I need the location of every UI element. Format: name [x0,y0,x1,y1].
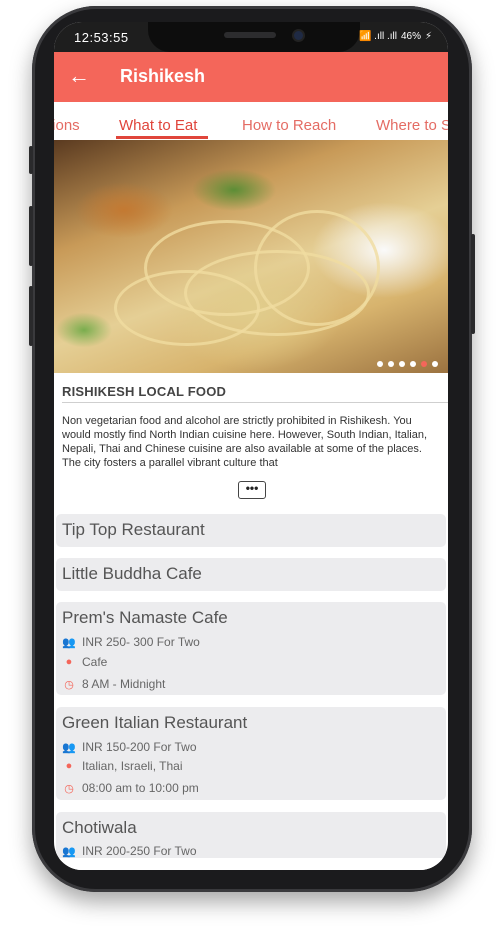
restaurant-card[interactable]: Green Italian Restaurant 👥 INR 150-200 F… [56,707,446,800]
screen: 12:53:55 📶 .ıll .ıll 46% ⚡ ← Rishikesh t… [54,22,448,870]
carousel-dot-active[interactable] [421,361,427,367]
cuisine-row: ● Italian, Israeli, Thai [62,759,183,773]
tab-attractions[interactable]: tions [54,117,80,134]
speaker [224,32,276,38]
tab-what-to-eat[interactable]: What to Eat [119,117,197,134]
status-bar: 12:53:55 📶 .ıll .ıll 46% ⚡ [54,22,448,52]
bowl-icon: ● [65,656,73,668]
front-camera [294,31,303,40]
noodle-strand [114,270,260,346]
app-bar: ← Rishikesh [54,52,448,102]
battery-text: 46% [400,31,421,42]
food-image-carousel[interactable] [54,140,448,373]
cuisine-row: ● Cafe [62,655,108,669]
price-text: INR 250- 300 For Two [82,635,200,649]
cuisine-text: Cafe [82,655,108,669]
status-icons: 📶 .ıll .ıll 46% ⚡ [359,31,432,42]
noodle-strand [254,210,380,326]
read-more-button[interactable]: ••• [238,481,266,499]
restaurant-name: Chotiwala [62,818,137,837]
people-icon: 👥 [62,636,76,649]
hours-row: ◷ 8 AM - Midnight [62,677,165,691]
restaurant-card[interactable]: Prem's Namaste Cafe 👥 INR 250- 300 For T… [56,602,446,695]
price-row: 👥 INR 150-200 For Two [62,740,197,754]
page-title: Rishikesh [120,66,206,86]
carousel-dots [377,361,438,367]
silent-switch [29,286,33,346]
clock-icon: ◷ [64,678,74,691]
section-description: Non vegetarian food and alcohol are stri… [62,415,428,469]
people-icon: 👥 [62,845,76,858]
restaurant-card[interactable]: Tip Top Restaurant [56,514,446,547]
restaurant-card[interactable]: Little Buddha Cafe [56,558,446,591]
hours-row: ◷ 08:00 am to 10:00 pm [62,781,199,795]
power-button [471,234,475,334]
battery-icon: ⚡ [424,31,432,42]
bowl-icon: ● [65,760,73,772]
system-nav-bar [54,858,448,870]
tab-where-to-stay[interactable]: Where to S [376,117,448,134]
people-icon: 👥 [62,741,76,754]
carousel-dot[interactable] [388,361,394,367]
carousel-dot[interactable] [399,361,405,367]
clock-icon: ◷ [64,782,74,795]
carousel-dot[interactable] [377,361,383,367]
section-divider [62,402,448,403]
volume-down-button [29,206,33,266]
volume-up-button [29,146,33,174]
section-title: RISHIKESH LOCAL FOOD [62,384,227,399]
status-time: 12:53:55 [74,30,129,45]
restaurant-name: Prem's Namaste Cafe [62,608,228,627]
cuisine-text: Italian, Israeli, Thai [82,759,183,773]
hours-text: 08:00 am to 10:00 pm [82,781,199,795]
arrow-left-icon[interactable]: ← [68,63,90,89]
restaurant-name: Green Italian Restaurant [62,713,248,732]
carousel-dot[interactable] [432,361,438,367]
price-text: INR 200-250 For Two [82,844,197,858]
signal-icon: 📶 .ıll .ıll [358,31,397,42]
price-row: 👥 INR 200-250 For Two [62,844,197,858]
active-tab-indicator [116,136,208,139]
tab-bar: tions What to Eat How to Reach Where to … [54,102,448,141]
restaurant-name: Tip Top Restaurant [62,520,205,539]
price-row: 👥 INR 250- 300 For Two [62,635,200,649]
notch [148,22,360,52]
restaurant-name: Little Buddha Cafe [62,564,202,583]
hours-text: 8 AM - Midnight [82,677,166,691]
carousel-dot[interactable] [410,361,416,367]
tab-how-to-reach[interactable]: How to Reach [242,117,336,134]
price-text: INR 150-200 For Two [82,740,197,754]
